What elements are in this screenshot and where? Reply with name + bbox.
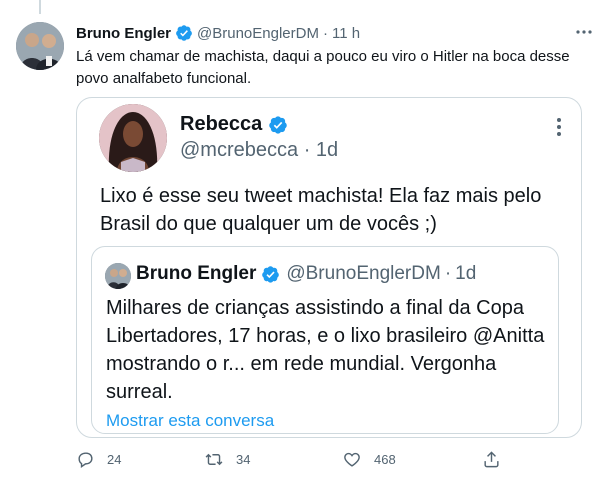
like-count: 468 [374, 452, 396, 467]
author-name[interactable]: Bruno Engler [76, 25, 171, 42]
show-thread-link[interactable]: Mostrar esta conversa [106, 411, 274, 431]
retweet-button[interactable]: 34 [204, 450, 250, 469]
nested-quoted-tweet[interactable]: Bruno Engler @BrunoEnglerDM · 1d Milhare… [91, 246, 559, 434]
separator-dot: · [444, 263, 452, 284]
verified-badge-icon [262, 265, 280, 283]
nested-quote-header: Bruno Engler @BrunoEnglerDM · 1d [136, 263, 476, 285]
separator-dot: · [303, 139, 316, 161]
thread-line [39, 0, 41, 14]
quote-text: Lixo é esse seu tweet machista! Ela faz … [100, 185, 542, 235]
tweet-actions: 24 34 468 [76, 450, 596, 474]
more-options-icon[interactable] [555, 116, 563, 143]
nested-quote-time[interactable]: 1d [455, 263, 476, 285]
quote-author-name[interactable]: Rebecca [180, 113, 262, 136]
separator-dot: · [322, 24, 328, 42]
retweet-count: 34 [236, 452, 251, 467]
tweet-header: Bruno Engler @BrunoEnglerDM · 11 h [76, 24, 360, 42]
heart-icon [344, 452, 360, 467]
author-handle[interactable]: @BrunoEnglerDM [197, 25, 319, 42]
quote-handle[interactable]: @mcrebecca [180, 139, 298, 161]
verified-badge-icon [176, 25, 192, 41]
reply-button[interactable]: 24 [76, 450, 121, 469]
reply-count: 24 [107, 452, 122, 467]
reply-icon [78, 452, 93, 468]
quote-avatar[interactable] [99, 104, 167, 172]
retweet-icon [205, 453, 223, 466]
quoted-tweet[interactable]: Rebecca @mcrebecca · 1d Lixo é esse seu … [76, 97, 582, 438]
quote-time[interactable]: 1d [316, 139, 338, 161]
quote-author-row: Rebecca [180, 113, 288, 136]
nested-quote-avatar[interactable] [105, 263, 131, 289]
more-options-icon[interactable] [574, 22, 594, 47]
share-button[interactable] [482, 450, 513, 469]
quote-meta: @mcrebecca · 1d [180, 139, 338, 162]
avatar[interactable] [16, 22, 64, 70]
nested-quote-text: Milhares de crianças assistindo a final … [106, 297, 545, 403]
share-icon [484, 451, 499, 468]
verified-badge-icon [269, 115, 288, 134]
tweet-text: Lá vem chamar de machista, daqui a pouco… [76, 48, 570, 87]
tweet-time[interactable]: 11 h [332, 25, 360, 42]
nested-quote-author-name[interactable]: Bruno Engler [136, 263, 256, 285]
like-button[interactable]: 468 [342, 450, 396, 469]
nested-quote-handle[interactable]: @BrunoEnglerDM [286, 263, 440, 285]
